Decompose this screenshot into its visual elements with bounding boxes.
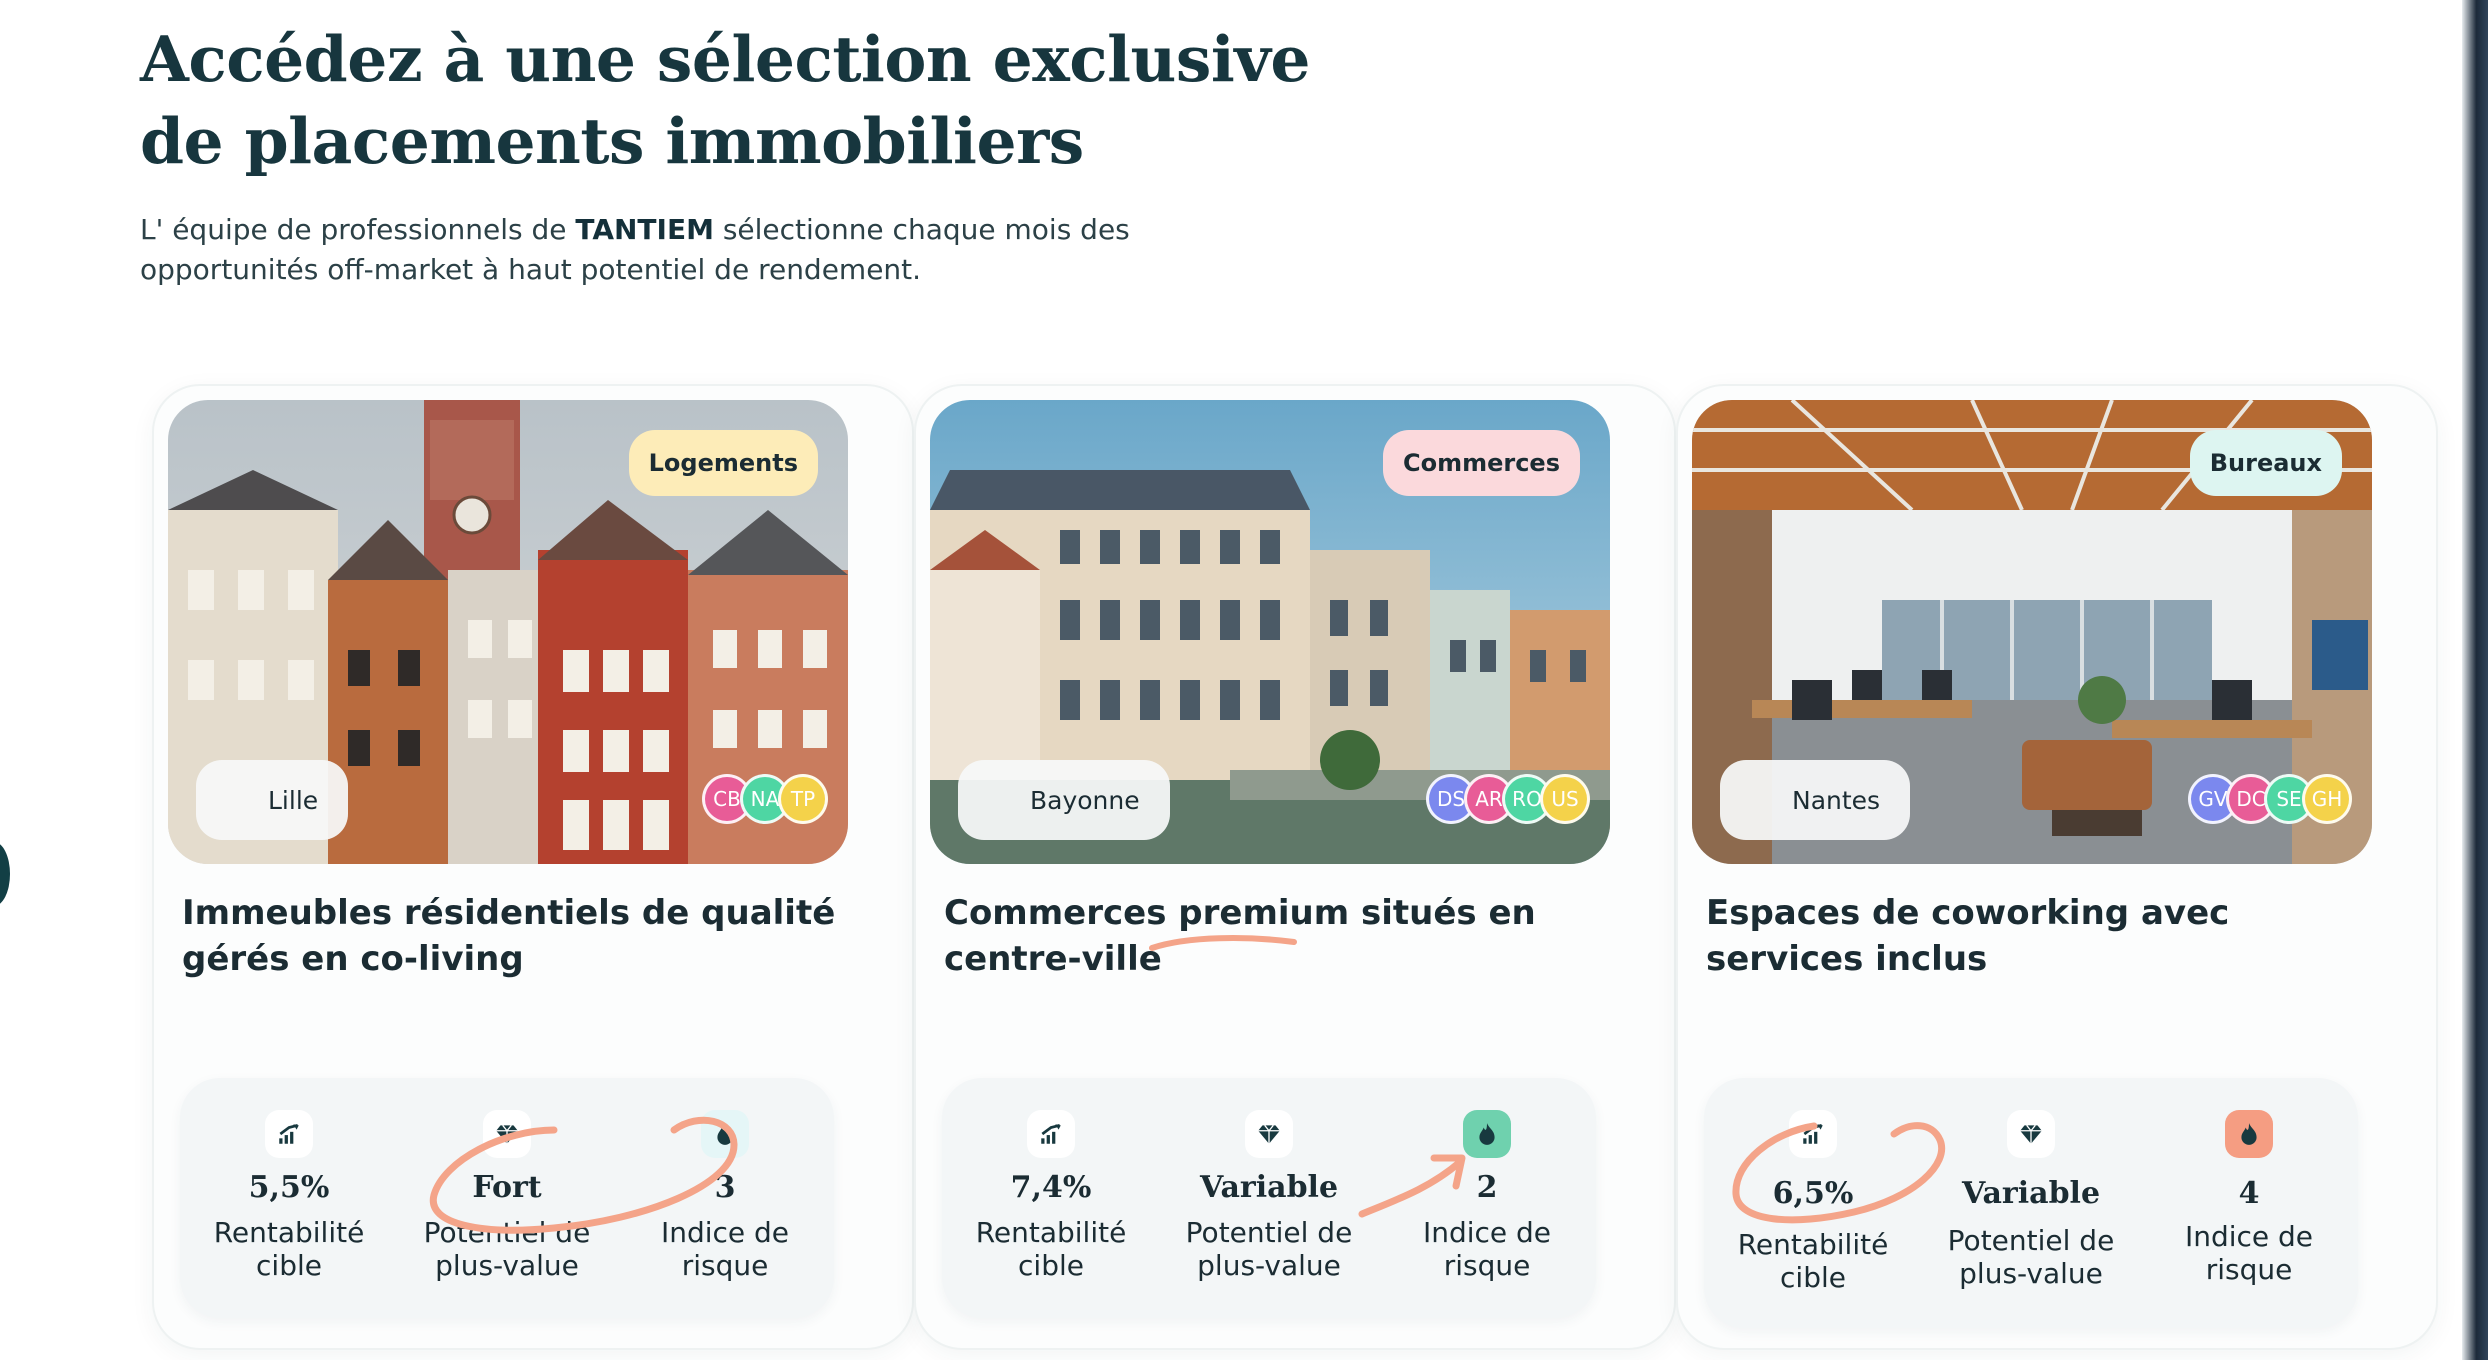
stat-value: 2 [1476,1170,1498,1205]
trend-up-icon [1789,1110,1837,1158]
property-photo: Logements Lille CB NA TP [168,400,848,864]
property-stats: 7,4% Rentabilité cible Variable Potentiel… [942,1078,1596,1318]
trend-up-icon [265,1110,313,1158]
avatar: TP [778,774,828,824]
location-pin-icon [1750,787,1776,813]
stat-value: 7,4% [1010,1170,1092,1205]
intro-text-middle: sélectionne chaque mois des [713,213,1130,246]
intro-text-end: opportunités off-market à haut potentiel… [140,253,922,286]
page-title-line-2: de placements immobiliers [140,104,1084,178]
stat-label: Potentiel de plus-value [423,1216,591,1282]
property-title: Immeubles résidentiels de qualité gérés … [182,893,836,979]
property-stats: 5,5% Rentabilité cible Fort Potentiel de p… [180,1078,834,1318]
location-pin-icon [988,787,1014,813]
location-pin-icon [226,787,252,813]
stat-label: Potentiel de plus-value [1947,1224,2115,1290]
title-highlight: premium [1178,893,1350,933]
location-chip: Lille [196,760,349,840]
property-stats: 6,5% Rentabilité cible Variable Potentiel… [1704,1078,2358,1328]
category-tag: Commerces [1382,430,1580,496]
stat-label: Rentabilité cible [213,1216,365,1282]
property-photo: Bureaux Nantes GV DC SE GH [1692,400,2372,864]
stat-value: 5,5% [248,1170,330,1205]
location-chip: Bayonne [958,760,1170,840]
property-card-nantes[interactable]: Bureaux Nantes GV DC SE GH Espaces de co… [1676,384,2438,1350]
property-photo: Commerces Bayonne DS AR RO US [930,400,1610,864]
investor-avatars: GV DC SE GH [2188,774,2352,824]
location-label: Nantes [1792,785,1881,815]
location-label: Bayonne [1030,785,1140,815]
page-title-line-1: Accédez à une sélection exclusive [140,22,1310,96]
flame-icon [2225,1110,2273,1158]
intro-text-start: L' équipe de professionnels de [140,213,576,246]
avatar: GH [2302,774,2352,824]
stat-label: Rentabilité cible [1737,1228,1889,1294]
window-edge [2462,0,2488,1360]
diamond-icon [2007,1110,2055,1158]
title-text: Commerces [944,893,1179,933]
category-tag: Logements [628,430,818,496]
property-card-lille[interactable]: Logements Lille CB NA TP Immeubles résid… [152,384,914,1350]
flame-icon [701,1110,749,1158]
flame-icon [1463,1110,1511,1158]
trend-up-icon [1027,1110,1075,1158]
property-card-bayonne[interactable]: Commerces Bayonne DS AR RO US Commerces … [914,384,1676,1350]
investor-avatars: DS AR RO US [1426,774,1590,824]
stat-value: Fort [472,1170,542,1205]
stat-label: Rentabilité cible [975,1216,1127,1282]
decorative-blob [0,842,10,906]
stat-value: Variable [1961,1176,2101,1211]
intro-text: L' équipe de professionnels de TANTIEM s… [140,210,1240,290]
stat-value: 4 [2238,1176,2260,1211]
location-chip: Nantes [1720,760,1911,840]
category-tag: Bureaux [2189,430,2342,496]
stat-label: Indice de risque [1422,1216,1552,1282]
avatar: US [1540,774,1590,824]
location-label: Lille [268,785,319,815]
stat-label: Indice de risque [660,1216,790,1282]
investor-avatars: CB NA TP [702,774,828,824]
page-title: Accédez à une sélection exclusive de pla… [140,18,1340,182]
brand-name: TANTIEM [575,213,714,246]
property-title: Espaces de coworking avec services inclu… [1706,893,2230,979]
diamond-icon [1245,1110,1293,1158]
stat-value: 3 [714,1170,736,1205]
diamond-icon [483,1110,531,1158]
stat-value: Variable [1199,1170,1339,1205]
stat-label: Potentiel de plus-value [1185,1216,1353,1282]
underline-annotation [1149,935,1297,951]
stat-value: 6,5% [1772,1176,1854,1211]
stat-label: Indice de risque [2184,1220,2314,1286]
